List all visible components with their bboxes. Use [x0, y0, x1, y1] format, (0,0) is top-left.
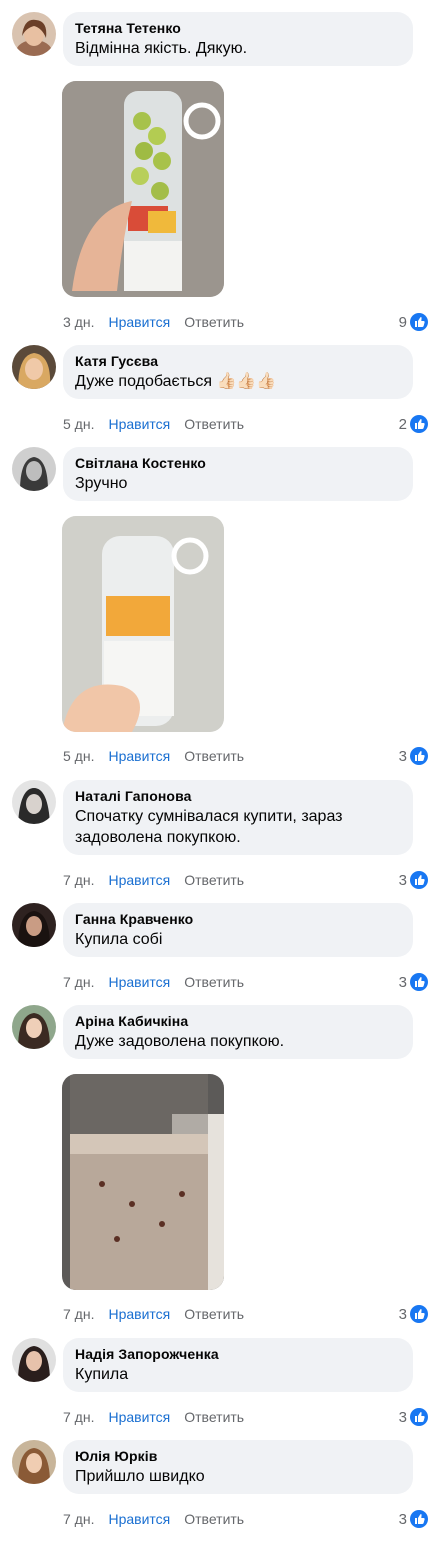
thumbs-up-icon	[410, 1510, 428, 1528]
reply-button[interactable]: Ответить	[184, 748, 244, 764]
reactions[interactable]: 3	[399, 1509, 428, 1529]
thumbs-up-icon	[410, 871, 428, 889]
reactions[interactable]: 2	[399, 414, 428, 434]
comment-bubble: Катя Гусєва Дуже подобається 👍🏻👍🏻👍🏻	[63, 345, 413, 399]
like-button[interactable]: Нравится	[108, 872, 170, 888]
reaction-count: 3	[398, 1408, 407, 1426]
thumbs-up-icon	[410, 1408, 428, 1426]
avatar[interactable]	[12, 12, 56, 56]
reaction-count: 3	[398, 747, 407, 765]
avatar[interactable]	[12, 1440, 56, 1484]
comment-bubble: Юлія Юрків Прийшло швидко	[63, 1440, 413, 1494]
reactions[interactable]: 3	[399, 870, 428, 890]
like-button[interactable]: Нравится	[108, 1511, 170, 1527]
reactions[interactable]: 3	[399, 1304, 428, 1324]
reply-button[interactable]: Ответить	[184, 1511, 244, 1527]
author-name[interactable]: Надія Запорожченка	[75, 1345, 401, 1363]
comment-time[interactable]: 7 дн.	[63, 1409, 94, 1425]
author-name[interactable]: Наталі Гапонова	[75, 787, 401, 805]
reactions[interactable]: 3	[399, 1407, 428, 1427]
comment-photo[interactable]	[62, 516, 224, 732]
comment-bubble: Наталі Гапонова Спочатку сумнівалася куп…	[63, 780, 413, 855]
like-button[interactable]: Нравится	[108, 1306, 170, 1322]
thumbs-up-icon	[410, 973, 428, 991]
reply-button[interactable]: Ответить	[184, 314, 244, 330]
comment-actions: 7 дн. Нравится Ответить	[63, 870, 258, 890]
avatar[interactable]	[12, 1005, 56, 1049]
thumbs-up-icon	[410, 1305, 428, 1323]
comment-actions: 7 дн. Нравится Ответить	[63, 1509, 258, 1529]
comment-bubble: Тетяна Тетенко Відмінна якість. Дякую.	[63, 12, 413, 66]
avatar[interactable]	[12, 447, 56, 491]
comment-time[interactable]: 3 дн.	[63, 314, 94, 330]
reaction-count: 3	[398, 973, 407, 991]
like-button[interactable]: Нравится	[108, 974, 170, 990]
like-button[interactable]: Нравится	[108, 314, 170, 330]
avatar[interactable]	[12, 780, 56, 824]
comment-actions: 7 дн. Нравится Ответить	[63, 1407, 258, 1427]
author-name[interactable]: Катя Гусєва	[75, 352, 401, 370]
comment-bubble: Ганна Кравченко Купила собі	[63, 903, 413, 957]
like-button[interactable]: Нравится	[108, 1409, 170, 1425]
reaction-count: 2	[398, 415, 407, 433]
comment-text: Дуже подобається 👍🏻👍🏻👍🏻	[75, 373, 277, 390]
comment-actions: 3 дн. Нравится Ответить	[63, 312, 258, 332]
reaction-count: 3	[398, 1305, 407, 1323]
like-button[interactable]: Нравится	[108, 416, 170, 432]
comment-time[interactable]: 7 дн.	[63, 872, 94, 888]
comment-text: Відмінна якість. Дякую.	[75, 40, 248, 57]
comment-actions: 5 дн. Нравится Ответить	[63, 746, 258, 766]
reactions[interactable]: 9	[399, 312, 428, 332]
author-name[interactable]: Аріна Кабичкіна	[75, 1012, 401, 1030]
comment-bubble: Аріна Кабичкіна Дуже задоволена покупкою…	[63, 1005, 413, 1059]
author-name[interactable]: Ганна Кравченко	[75, 910, 401, 928]
comment-text: Прийшло швидко	[75, 1468, 205, 1485]
comment-actions: 7 дн. Нравится Ответить	[63, 1304, 258, 1324]
avatar[interactable]	[12, 1338, 56, 1382]
comment-text: Зручно	[75, 475, 128, 492]
avatar[interactable]	[12, 345, 56, 389]
like-button[interactable]: Нравится	[108, 748, 170, 764]
comment-text: Купила собі	[75, 931, 163, 948]
reply-button[interactable]: Ответить	[184, 416, 244, 432]
reactions[interactable]: 3	[399, 746, 428, 766]
thumbs-up-icon	[410, 415, 428, 433]
avatar[interactable]	[12, 903, 56, 947]
reply-button[interactable]: Ответить	[184, 872, 244, 888]
reply-button[interactable]: Ответить	[184, 1306, 244, 1322]
comment-actions: 5 дн. Нравится Ответить	[63, 414, 258, 434]
thumbs-up-icon	[410, 747, 428, 765]
author-name[interactable]: Тетяна Тетенко	[75, 19, 401, 37]
comment-photo[interactable]	[62, 81, 224, 297]
reactions[interactable]: 3	[399, 972, 428, 992]
comment-time[interactable]: 7 дн.	[63, 1511, 94, 1527]
author-name[interactable]: Юлія Юрків	[75, 1447, 401, 1465]
reply-button[interactable]: Ответить	[184, 1409, 244, 1425]
reaction-count: 3	[398, 1510, 407, 1528]
reply-button[interactable]: Ответить	[184, 974, 244, 990]
comment-time[interactable]: 5 дн.	[63, 416, 94, 432]
author-name[interactable]: Світлана Костенко	[75, 454, 401, 472]
thumbs-up-icon	[410, 313, 428, 331]
comment-photo[interactable]	[62, 1074, 224, 1290]
comment-bubble: Світлана Костенко Зручно	[63, 447, 413, 501]
comment-time[interactable]: 5 дн.	[63, 748, 94, 764]
comment-text: Купила	[75, 1366, 129, 1383]
comment-time[interactable]: 7 дн.	[63, 1306, 94, 1322]
reaction-count: 3	[398, 871, 407, 889]
comment-bubble: Надія Запорожченка Купила	[63, 1338, 413, 1392]
comment-time[interactable]: 7 дн.	[63, 974, 94, 990]
comment-actions: 7 дн. Нравится Ответить	[63, 972, 258, 992]
reaction-count: 9	[398, 313, 407, 331]
comment-text: Спочатку сумнівалася купити, зараз задов…	[75, 808, 343, 846]
comment-text: Дуже задоволена покупкою.	[75, 1033, 285, 1050]
